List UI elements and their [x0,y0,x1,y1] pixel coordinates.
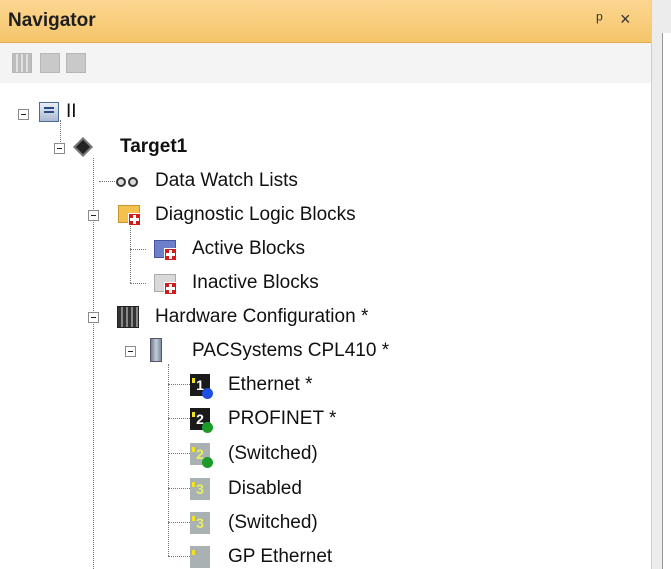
data-watch-icon [116,174,142,190]
tree-item-ethernet[interactable]: Ethernet * [228,374,313,396]
list-view-icon[interactable] [40,53,60,73]
panel-title: Navigator [8,10,96,31]
active-folder-icon [154,240,177,261]
expander-target[interactable] [54,143,65,154]
slot-3-disabled-icon: 3 [190,478,210,500]
slot-2-icon: 2 [190,408,213,433]
hardware-config-icon [117,306,139,328]
navigator-title-bar: Navigator ᵖ × [0,0,651,43]
expander-project[interactable] [18,109,29,120]
tree-item-target1[interactable]: Target1 [120,136,187,158]
detail-view-icon[interactable] [66,53,86,73]
tree-item-data-watch-lists[interactable]: Data Watch Lists [155,170,298,192]
tree-item-project[interactable]: II [66,101,77,123]
cpu-module-icon [150,338,162,362]
gp-ethernet-icon [190,546,210,568]
target-icon [73,137,93,157]
tree-item-diagnostic-logic-blocks[interactable]: Diagnostic Logic Blocks [155,204,356,226]
expander-pacsystems[interactable] [125,346,136,357]
slot-1-icon: 1 [190,374,213,399]
grid-view-icon[interactable] [12,53,32,73]
close-icon[interactable]: × [620,9,631,30]
tree-item-inactive-blocks[interactable]: Inactive Blocks [192,272,319,294]
expander-diagnostic-logic[interactable] [88,210,99,221]
project-icon [39,102,59,122]
folder-icon [118,205,141,226]
tree-item-switched-1[interactable]: (Switched) [228,443,318,465]
tree-item-disabled[interactable]: Disabled [228,478,302,500]
slot-2-switched-icon: 2 [190,443,213,468]
tree-item-hardware-configuration[interactable]: Hardware Configuration * [155,306,368,328]
slot-3-switched-icon: 3 [190,512,210,534]
pin-icon[interactable]: ᵖ [596,9,603,30]
tree-item-pacsystems[interactable]: PACSystems CPL410 * [192,340,389,362]
tree-item-active-blocks[interactable]: Active Blocks [192,238,305,260]
navigator-toolbar [0,43,651,83]
inactive-folder-icon [154,274,177,295]
tree-item-switched-2[interactable]: (Switched) [228,512,318,534]
tree-item-gp-ethernet[interactable]: GP Ethernet [228,546,332,568]
expander-hardware-config[interactable] [88,312,99,323]
tree-item-profinet[interactable]: PROFINET * [228,408,336,430]
adjacent-panel-edge [651,0,671,569]
